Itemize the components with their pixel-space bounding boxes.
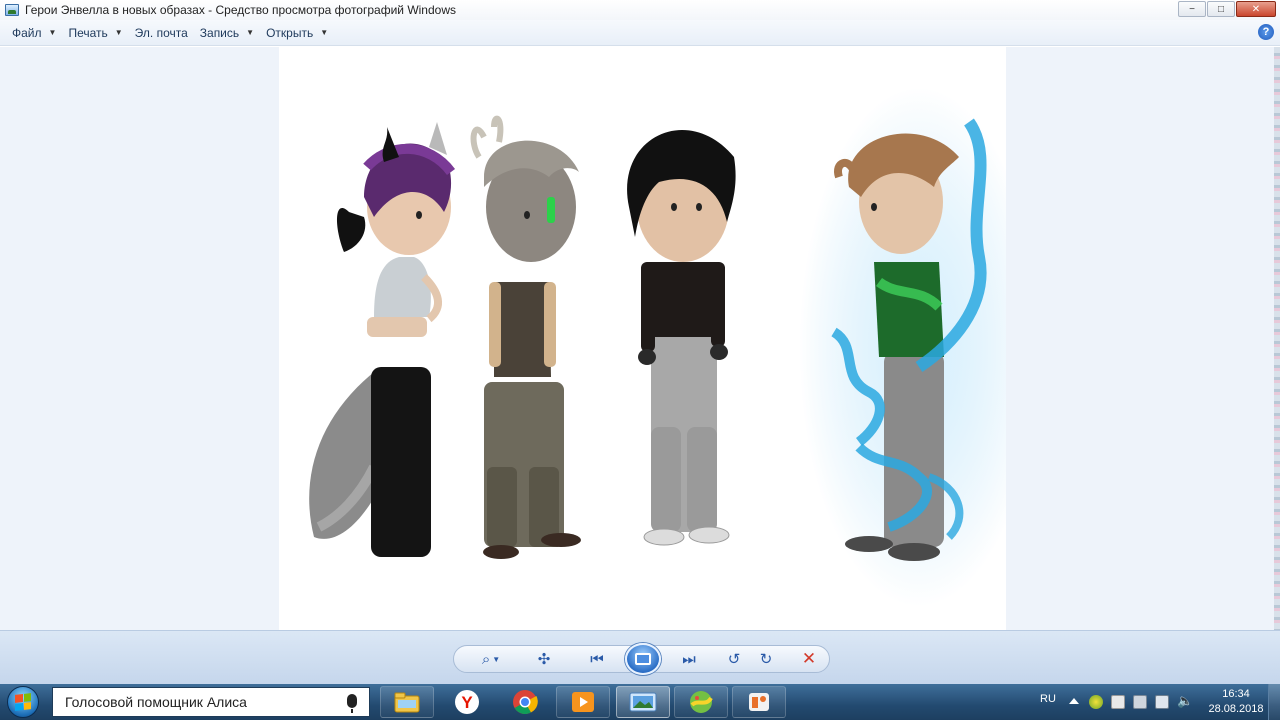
taskbar-yandex-browser[interactable]: Y	[440, 686, 494, 718]
menu-burn-label: Запись	[199, 25, 240, 40]
rotate-left-icon: ↺	[727, 651, 741, 668]
rotate-right-icon: ↻	[759, 651, 773, 668]
image-viewer-area	[0, 47, 1280, 630]
taskbar: Голосовой помощник Алиса Y RU 🔈 16:34 28…	[0, 684, 1280, 720]
menu-open-label: Открыть	[266, 25, 314, 40]
clock-time: 16:34	[1222, 688, 1250, 700]
chevron-down-icon: ▼	[492, 654, 501, 664]
zoom-icon: ⌕	[481, 650, 491, 668]
start-button[interactable]	[7, 686, 39, 718]
fit-icon: ✣	[537, 651, 551, 668]
show-desktop-button[interactable]	[1268, 684, 1280, 720]
character-3	[627, 129, 736, 546]
action-center-flag-icon[interactable]	[1111, 695, 1125, 709]
alice-search-box[interactable]: Голосовой помощник Алиса	[52, 687, 370, 717]
previous-icon: ⏮	[590, 650, 604, 668]
chevron-down-icon: ▼	[48, 28, 57, 37]
taskbar-photo-viewer[interactable]	[616, 686, 670, 718]
delete-icon: ✕	[801, 649, 817, 668]
maximize-button[interactable]: □	[1207, 1, 1235, 17]
next-icon: ⏭	[682, 650, 696, 668]
delete-button[interactable]: ✕	[797, 648, 821, 670]
menu-email[interactable]: Эл. почта	[129, 22, 194, 44]
photo-viewer-icon	[629, 692, 657, 712]
menu-print[interactable]: Печать ▼	[62, 22, 128, 44]
characters-illustration	[309, 87, 1039, 607]
photo-viewer-app-icon	[5, 4, 19, 16]
viewer-control-bar: ⌕ ▼ ✣ ⏮ ⏭ ↺ ↻ ✕	[0, 630, 1280, 684]
fit-to-window-button[interactable]: ✣	[530, 648, 558, 670]
window-edge-artifact	[1274, 47, 1280, 630]
media-player-icon	[572, 692, 594, 712]
chrome-icon	[513, 690, 538, 715]
menu-file-label: Файл	[12, 25, 42, 40]
title-bar: Герои Энвелла в новых образах - Средство…	[0, 0, 1280, 20]
help-icon[interactable]: ?	[1258, 24, 1274, 40]
office-icon	[749, 693, 769, 711]
chevron-down-icon: ▼	[320, 28, 329, 37]
slideshow-icon	[635, 653, 651, 665]
menu-burn[interactable]: Запись ▼	[194, 22, 260, 44]
language-indicator[interactable]: RU	[1040, 693, 1056, 705]
previous-button[interactable]: ⏮	[580, 648, 614, 670]
menu-file[interactable]: Файл ▼	[6, 22, 62, 44]
yandex-browser-icon: Y	[455, 690, 479, 714]
minimize-button[interactable]: −	[1178, 1, 1206, 17]
system-clock[interactable]: 16:34 28.08.2018	[1208, 687, 1264, 717]
chevron-down-icon: ▼	[246, 28, 255, 37]
svg-text:Y: Y	[461, 693, 473, 712]
device-icon[interactable]	[1133, 695, 1147, 709]
menu-open[interactable]: Открыть ▼	[260, 22, 334, 44]
window-title: Герои Энвелла в новых образах - Средство…	[25, 3, 456, 17]
explorer-icon	[394, 692, 420, 713]
rotate-right-button[interactable]: ↻	[754, 648, 778, 670]
displayed-image[interactable]	[279, 47, 1039, 630]
taskbar-media-player[interactable]	[556, 686, 610, 718]
menu-bar: Файл ▼ Печать ▼ Эл. почта Запись ▼ Откры…	[0, 20, 1280, 46]
character-2	[470, 115, 581, 559]
window-controls: − □ ✕	[1178, 1, 1276, 17]
slideshow-button[interactable]	[625, 643, 661, 675]
paint-icon	[690, 691, 713, 713]
windows-logo-icon	[15, 693, 31, 711]
zoom-button[interactable]: ⌕ ▼	[474, 648, 508, 670]
volume-icon[interactable]: 🔈	[1177, 694, 1193, 708]
microphone-icon[interactable]	[347, 694, 357, 713]
next-button[interactable]: ⏭	[672, 648, 706, 670]
close-button[interactable]: ✕	[1236, 1, 1276, 17]
clock-date: 28.08.2018	[1208, 703, 1264, 715]
taskbar-chrome[interactable]	[498, 686, 552, 718]
taskbar-office[interactable]	[732, 686, 786, 718]
search-placeholder: Голосовой помощник Алиса	[65, 694, 247, 710]
chevron-down-icon: ▼	[114, 28, 123, 37]
character-1	[309, 122, 456, 557]
character-4	[799, 87, 1039, 607]
taskbar-explorer[interactable]	[380, 686, 434, 718]
menu-print-label: Печать	[68, 25, 108, 40]
show-hidden-icons-icon[interactable]	[1069, 698, 1079, 704]
taskbar-paint[interactable]	[674, 686, 728, 718]
rotate-left-button[interactable]: ↺	[722, 648, 746, 670]
tray-app-icon[interactable]	[1089, 695, 1103, 709]
menu-email-label: Эл. почта	[134, 25, 188, 40]
network-icon[interactable]	[1155, 695, 1169, 709]
